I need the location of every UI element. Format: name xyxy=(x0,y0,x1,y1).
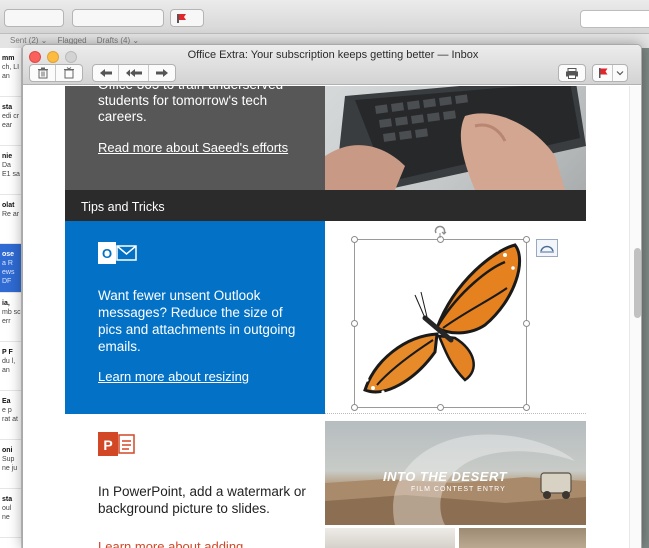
resize-tip-copy: Want fewer unsent Outlook messages? Redu… xyxy=(98,288,296,354)
watermark-tip-copy: In PowerPoint, add a watermark or backgr… xyxy=(98,484,306,516)
rotate-handle-icon[interactable] xyxy=(432,224,448,238)
image-anchor-guide xyxy=(325,413,586,417)
outlook-icon: O xyxy=(98,242,137,264)
delete-button[interactable] xyxy=(30,65,56,81)
flag-group xyxy=(592,64,628,82)
watermark-tip-panel: P In PowerPoint, add a watermark or back… xyxy=(65,414,325,548)
image-selection-frame[interactable] xyxy=(351,225,530,411)
flag-menu-button[interactable] xyxy=(613,65,627,81)
thumbnail-image xyxy=(325,528,455,548)
desert-slide-image: INTO THE DESERT FILM CONTEST ENTRY xyxy=(325,421,586,525)
butterfly-image-area xyxy=(325,221,586,414)
tips-and-tricks-header: Tips and Tricks xyxy=(65,190,586,221)
laptop-typing-photo xyxy=(325,86,586,190)
scrollbar-thumb[interactable] xyxy=(634,248,641,318)
list-item[interactable]: mm ch, LI an xyxy=(0,48,21,97)
learn-resizing-link[interactable]: Learn more about resizing xyxy=(98,369,249,384)
hero-text-panel: Office 365 to train underserved students… xyxy=(65,86,325,190)
flag-icon xyxy=(598,68,607,78)
resize-handle[interactable] xyxy=(437,404,444,411)
flag-icon xyxy=(177,14,186,23)
desert-title: INTO THE DESERT xyxy=(383,469,508,484)
list-item[interactable]: oni Sup ne ju xyxy=(0,440,21,489)
reply-icon xyxy=(99,69,112,77)
list-item[interactable]: ia, mb sc err xyxy=(0,293,21,342)
print-group xyxy=(558,64,586,82)
title-bar: Office Extra: Your subscription keeps ge… xyxy=(23,45,641,85)
forward-icon xyxy=(156,69,168,77)
thumbnail-image xyxy=(459,528,586,548)
background-toolbar xyxy=(0,0,649,34)
chevron-down-icon xyxy=(616,71,624,76)
desert-subtitle: FILM CONTEST ENTRY xyxy=(411,486,506,493)
learn-adding-link[interactable]: Learn more about adding xyxy=(98,539,243,548)
background-delete-group[interactable] xyxy=(4,9,64,27)
forward-button[interactable] xyxy=(149,65,175,81)
list-item[interactable]: P Fdu l, an xyxy=(0,342,21,391)
thumbnail-strip xyxy=(325,528,586,548)
message-window: Office Extra: Your subscription keeps ge… xyxy=(22,44,642,548)
reply-all-icon xyxy=(125,69,142,77)
hero-copy: Office 365 to train underserved students… xyxy=(98,86,283,124)
resize-handle[interactable] xyxy=(351,236,358,243)
printer-icon xyxy=(566,67,578,79)
print-button[interactable] xyxy=(559,65,585,81)
list-item[interactable]: Ea e p rat at xyxy=(0,391,21,440)
junk-icon xyxy=(64,67,74,79)
vertical-scrollbar[interactable] xyxy=(629,86,641,548)
list-item[interactable]: olat Re ar xyxy=(0,195,21,244)
resize-handle[interactable] xyxy=(351,320,358,327)
resize-handle[interactable] xyxy=(523,236,530,243)
layout-options-icon xyxy=(540,245,554,253)
svg-text:P: P xyxy=(103,437,112,453)
read-more-link[interactable]: Read more about Saeed's efforts xyxy=(98,140,288,155)
resize-handle[interactable] xyxy=(523,404,530,411)
background-search-field[interactable] xyxy=(580,10,649,28)
hero-section: Office 365 to train underserved students… xyxy=(65,86,586,190)
laptop-keyboard-illustration xyxy=(325,86,586,190)
list-item[interactable]: nie Da E1 sa xyxy=(0,146,21,195)
background-message-list: mm ch, LI an sta edi cr ear nie Da E1 sa ol… xyxy=(0,48,22,548)
powerpoint-icon: P xyxy=(98,432,135,456)
flag-button[interactable] xyxy=(593,65,613,81)
monarch-butterfly-image xyxy=(363,243,522,394)
reply-all-button[interactable] xyxy=(119,65,149,81)
background-reply-group[interactable] xyxy=(72,9,164,27)
list-item[interactable]: sta oul ne xyxy=(0,489,21,538)
window-title: Office Extra: Your subscription keeps ge… xyxy=(187,49,479,61)
resize-handle[interactable] xyxy=(351,404,358,411)
trash-icon xyxy=(37,67,48,79)
junk-button[interactable] xyxy=(56,65,82,81)
background-flag-group[interactable] xyxy=(170,9,204,27)
respond-group xyxy=(92,64,176,82)
list-item-selected[interactable]: ose a R ews DF xyxy=(0,244,21,293)
resize-handle[interactable] xyxy=(523,320,530,327)
layout-options-button[interactable] xyxy=(536,239,558,257)
list-item[interactable]: sta edi cr ear xyxy=(0,97,21,146)
reply-button[interactable] xyxy=(93,65,119,81)
svg-text:O: O xyxy=(102,246,112,261)
message-body: Office 365 to train underserved students… xyxy=(23,86,641,548)
resize-tip-panel: O Want fewer unsent Outlook messages? Re… xyxy=(65,221,325,414)
delete-group xyxy=(29,64,83,82)
